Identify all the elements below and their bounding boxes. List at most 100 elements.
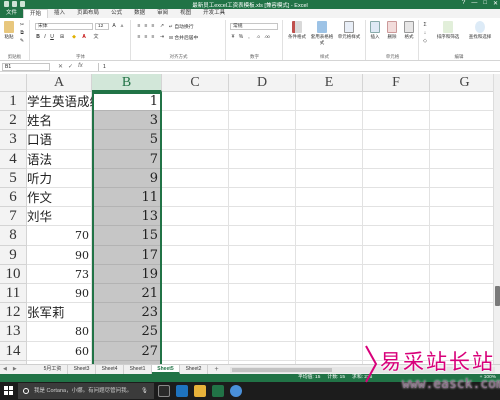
indent-icon[interactable]: ⇥	[159, 34, 165, 40]
empty-cell[interactable]	[363, 245, 430, 265]
empty-cell[interactable]	[430, 246, 493, 265]
empty-cell[interactable]	[229, 264, 296, 284]
align-right-icon[interactable]: ≡	[150, 34, 156, 40]
empty-cell[interactable]	[296, 322, 363, 342]
function-icon[interactable]: fx	[78, 63, 83, 70]
empty-cell[interactable]	[229, 207, 296, 227]
shrink-font-icon[interactable]: A	[119, 23, 125, 29]
cell-a[interactable]: 80	[27, 322, 92, 342]
empty-cell[interactable]	[430, 188, 493, 208]
cell-a[interactable]: 学生英语成绩	[27, 92, 102, 112]
empty-cell[interactable]	[229, 130, 296, 150]
empty-cell[interactable]	[430, 92, 493, 112]
empty-cell[interactable]	[229, 168, 296, 188]
close-button[interactable]: ✕	[493, 0, 498, 7]
empty-cell[interactable]	[430, 284, 493, 304]
font-color-icon[interactable]: A	[81, 34, 87, 40]
empty-cell[interactable]	[363, 92, 430, 112]
empty-cell[interactable]	[162, 130, 229, 150]
column-header-d[interactable]: D	[229, 74, 296, 92]
empty-cell[interactable]	[363, 226, 430, 246]
empty-cell[interactable]	[363, 207, 430, 227]
empty-cell[interactable]	[162, 168, 229, 188]
sheet-tab-sheet3[interactable]: Sheet3	[68, 365, 96, 374]
empty-cell[interactable]	[296, 341, 363, 361]
cell-b[interactable]: 19	[92, 264, 162, 284]
empty-cell[interactable]	[296, 149, 363, 169]
sheet-tab-sheet2[interactable]: Sheet2	[180, 365, 208, 374]
tab-file[interactable]: 文件	[0, 9, 24, 18]
sheet-tab-sheet5[interactable]: Sheet5	[152, 365, 180, 374]
empty-cell[interactable]	[229, 303, 296, 323]
empty-cell[interactable]	[162, 284, 229, 304]
empty-cell[interactable]	[430, 111, 493, 131]
empty-cell[interactable]	[296, 226, 363, 246]
name-box[interactable]: B1	[2, 63, 50, 71]
column-header-c[interactable]: C	[162, 74, 229, 92]
cancel-icon[interactable]: ✕	[58, 63, 63, 70]
empty-cell[interactable]	[430, 226, 493, 246]
find-select-button[interactable]: 查找和选择	[465, 21, 495, 40]
empty-cell[interactable]	[296, 111, 363, 131]
empty-cell[interactable]	[430, 207, 493, 227]
cut-icon[interactable]: ✂	[19, 22, 25, 28]
conditional-format-button[interactable]: 条件格式	[285, 21, 309, 40]
cell-a[interactable]: 作文	[27, 188, 92, 208]
empty-cell[interactable]	[296, 168, 363, 188]
cell-b[interactable]: 11	[92, 188, 162, 208]
fill-color-icon[interactable]: ◆	[71, 34, 77, 40]
cell-styles-button[interactable]: 单元格样式	[335, 21, 363, 40]
excel-app-icon[interactable]	[212, 385, 224, 397]
cell-b[interactable]: 5	[92, 130, 162, 150]
empty-cell[interactable]	[363, 322, 430, 342]
format-painter-icon[interactable]: ✎	[19, 38, 25, 44]
enter-icon[interactable]: ✓	[68, 63, 73, 70]
row-header[interactable]: 6	[0, 188, 27, 208]
sheet-tab-may-salary[interactable]: 5月工资	[38, 365, 68, 374]
empty-cell[interactable]	[229, 188, 296, 208]
empty-cell[interactable]	[430, 265, 493, 284]
tab-review[interactable]: 审阅	[151, 9, 174, 18]
empty-cell[interactable]	[363, 149, 430, 169]
delete-cells-button[interactable]: 删除	[385, 21, 399, 40]
empty-cell[interactable]	[363, 188, 430, 208]
formula-input[interactable]: 1	[98, 63, 496, 71]
align-left-icon[interactable]: ≡	[136, 34, 142, 40]
empty-cell[interactable]	[296, 284, 363, 304]
empty-cell[interactable]	[229, 111, 296, 131]
copy-icon[interactable]: ⧉	[19, 30, 25, 36]
comma-icon[interactable]: ,	[246, 34, 252, 40]
empty-cell[interactable]	[363, 264, 430, 284]
align-top-icon[interactable]: ≡	[136, 23, 142, 29]
bold-icon[interactable]: B	[35, 34, 41, 40]
empty-cell[interactable]	[162, 149, 229, 169]
empty-cell[interactable]	[363, 168, 430, 188]
tab-formulas[interactable]: 公式	[105, 9, 128, 18]
align-center-icon[interactable]: ≡	[143, 34, 149, 40]
cell-a[interactable]: 70	[27, 226, 92, 246]
sheet-prev-icon[interactable]: ◀	[3, 366, 7, 372]
empty-cell[interactable]	[296, 303, 363, 323]
cell-b[interactable]: 15	[92, 226, 162, 246]
empty-cell[interactable]	[430, 169, 493, 188]
empty-cell[interactable]	[162, 92, 229, 112]
empty-cell[interactable]	[296, 245, 363, 265]
empty-cell[interactable]	[162, 111, 229, 131]
empty-cell[interactable]	[430, 150, 493, 169]
empty-cell[interactable]	[229, 322, 296, 342]
empty-cell[interactable]	[229, 341, 296, 361]
tab-page-layout[interactable]: 页面布局	[71, 9, 105, 18]
file-explorer-icon[interactable]	[194, 385, 206, 397]
row-header[interactable]: 9	[0, 245, 27, 265]
empty-cell[interactable]	[229, 245, 296, 265]
phonetic-icon[interactable]: 文	[93, 34, 99, 40]
column-header-f[interactable]: F	[363, 74, 430, 92]
column-header-e[interactable]: E	[296, 74, 363, 92]
cell-a[interactable]: 语法	[27, 149, 92, 169]
percent-icon[interactable]: %	[238, 34, 244, 40]
empty-cell[interactable]	[229, 226, 296, 246]
table-format-button[interactable]: 套用表格格式	[310, 21, 334, 46]
empty-cell[interactable]	[296, 130, 363, 150]
sheet-tab-sheet4[interactable]: Sheet4	[96, 365, 124, 374]
row-header[interactable]: 10	[0, 264, 27, 284]
